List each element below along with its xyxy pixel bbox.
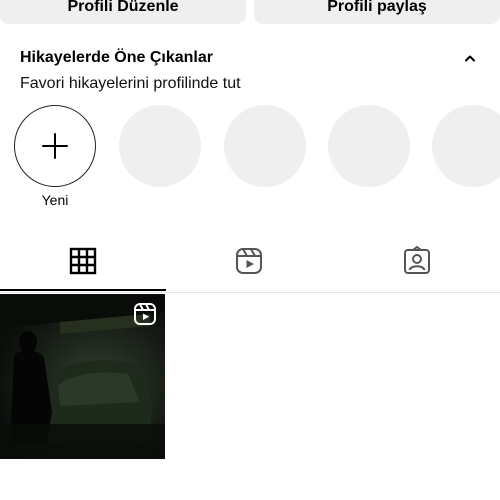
share-profile-button[interactable]: Profili paylaş <box>254 0 500 24</box>
highlight-placeholder <box>224 105 306 187</box>
profile-tabs <box>0 238 500 292</box>
chevron-up-icon[interactable] <box>463 52 477 64</box>
highlight-placeholder <box>432 105 500 187</box>
reels-icon[interactable] <box>234 246 264 276</box>
post-thumbnail[interactable] <box>0 294 165 459</box>
new-highlight-label: Yeni <box>41 192 69 208</box>
highlight-placeholder <box>119 105 201 187</box>
edit-profile-button[interactable]: Profili Düzenle <box>0 0 246 24</box>
profile-action-row: Profili Düzenle Profili paylaş <box>0 0 500 26</box>
highlights-title: Hikayelerde Öne Çıkanlar <box>20 49 213 66</box>
tabs-divider <box>0 292 500 293</box>
tagged-icon[interactable] <box>402 246 432 276</box>
highlight-placeholder <box>328 105 410 187</box>
grid-icon[interactable] <box>68 246 98 276</box>
plus-icon <box>42 133 68 159</box>
highlights-subtitle: Favori hikayelerini profilinde tut <box>20 75 241 92</box>
reels-icon <box>134 303 156 325</box>
new-highlight-button[interactable] <box>14 105 96 187</box>
active-tab-indicator <box>0 289 166 291</box>
